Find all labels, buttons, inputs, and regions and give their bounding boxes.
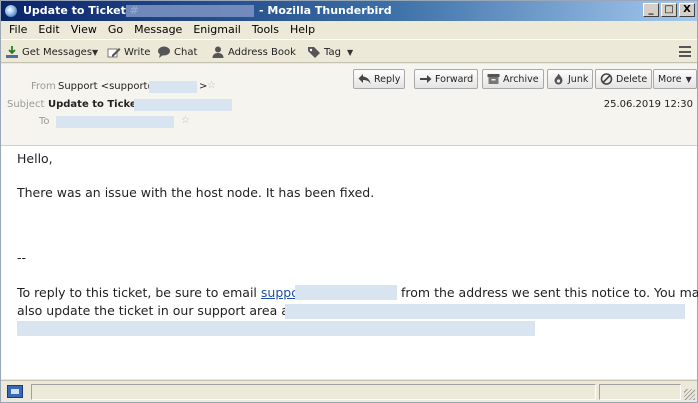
star-icon[interactable]: ☆	[207, 80, 216, 91]
redacted-to-address	[56, 116, 174, 128]
reply-text-2: from the address we sent this notice to.…	[401, 285, 698, 300]
subject-value: Update to Ticket	[48, 99, 142, 110]
write-label: Write	[124, 46, 151, 58]
status-bar	[1, 380, 697, 402]
menu-view[interactable]: View	[66, 21, 102, 39]
minimize-button[interactable]: _	[643, 3, 659, 17]
more-label: More	[658, 73, 682, 85]
person-icon	[211, 45, 225, 59]
window-controls: _ □ X	[643, 3, 695, 17]
reply-text-3: also update the ticket in our support ar…	[17, 303, 294, 318]
status-text-field	[31, 384, 596, 400]
write-button[interactable]: Write	[107, 44, 150, 60]
archive-button[interactable]: Archive	[482, 69, 544, 89]
download-icon	[5, 45, 19, 59]
archive-icon	[487, 73, 500, 85]
get-messages-label: Get Messages	[22, 46, 93, 58]
main-toolbar: Get Messages ▼ Write Chat Address Book T…	[1, 39, 697, 63]
message-date: 25.06.2019 12:30	[603, 99, 693, 110]
address-book-label: Address Book	[228, 46, 296, 58]
activity-monitor-icon[interactable]	[7, 385, 23, 398]
redacted-subject	[134, 99, 232, 111]
archive-label: Archive	[503, 73, 539, 85]
redacted-from-domain	[149, 81, 197, 93]
from-value[interactable]: Support <support@	[58, 81, 157, 92]
junk-label: Junk	[568, 73, 589, 85]
menu-go[interactable]: Go	[103, 21, 128, 39]
tag-button[interactable]: Tag ▼	[307, 44, 353, 60]
thunderbird-app-icon	[4, 4, 18, 18]
redacted-email-domain	[295, 285, 397, 300]
junk-flame-icon	[552, 73, 565, 85]
forward-arrow-icon	[419, 73, 432, 85]
forward-button[interactable]: Forward	[414, 69, 479, 89]
message-header: From Support <support@ > ☆ Subject Updat…	[1, 64, 697, 146]
from-label: From	[31, 81, 56, 92]
signature-separator: --	[17, 250, 27, 265]
redacted-support-url-continued	[17, 321, 535, 336]
resize-grip-icon[interactable]	[684, 389, 695, 400]
pencil-icon	[107, 45, 121, 59]
reply-button[interactable]: Reply	[353, 69, 406, 89]
menu-help[interactable]: Help	[285, 21, 320, 39]
no-entry-icon	[600, 73, 613, 85]
title-bar[interactable]: Update to Ticket # - Mozilla Thunderbird…	[1, 1, 697, 21]
reply-arrow-icon	[358, 73, 371, 85]
tag-label: Tag	[324, 46, 341, 58]
menu-message[interactable]: Message	[129, 21, 187, 39]
maximize-button[interactable]: □	[661, 3, 677, 17]
chevron-down-icon: ▼	[346, 47, 354, 57]
junk-button[interactable]: Junk	[547, 69, 594, 89]
message-text: There was an issue with the host node. I…	[17, 185, 375, 200]
chevron-down-icon: ▼	[685, 74, 692, 84]
chat-button[interactable]: Chat	[157, 44, 197, 60]
status-progress-field	[599, 384, 681, 400]
reply-instructions-line-1: To reply to this ticket, be sure to emai…	[17, 285, 309, 300]
reply-text-1: To reply to this ticket, be sure to emai…	[17, 285, 257, 300]
thunderbird-window: Update to Ticket # - Mozilla Thunderbird…	[0, 0, 698, 403]
message-body: Hello, There was an issue with the host …	[1, 146, 698, 379]
app-menu-icon[interactable]	[679, 46, 691, 57]
delete-button[interactable]: Delete	[595, 69, 653, 89]
menu-file[interactable]: File	[4, 21, 32, 39]
redacted-ticket-number	[126, 5, 254, 17]
redacted-support-url	[285, 304, 685, 319]
window-app-name: - Mozilla Thunderbird	[259, 4, 392, 17]
close-button[interactable]: X	[679, 3, 695, 17]
reply-label: Reply	[374, 73, 401, 85]
more-button[interactable]: More ▼	[653, 69, 697, 89]
address-book-button[interactable]: Address Book	[211, 44, 296, 60]
subject-label: Subject	[7, 99, 45, 110]
delete-label: Delete	[616, 73, 648, 85]
greeting-text: Hello,	[17, 151, 53, 166]
tag-icon	[307, 45, 321, 59]
menu-enigmail[interactable]: Enigmail	[188, 21, 246, 39]
window-title: Update to Ticket #	[23, 4, 139, 17]
chat-bubble-icon	[157, 45, 171, 59]
chevron-down-icon: ▼	[92, 47, 99, 57]
to-label: To	[39, 116, 50, 127]
forward-label: Forward	[435, 73, 474, 85]
menu-tools[interactable]: Tools	[247, 21, 284, 39]
menu-edit[interactable]: Edit	[33, 21, 64, 39]
get-messages-dropdown[interactable]: ▼	[89, 44, 98, 60]
star-icon[interactable]: ☆	[181, 115, 190, 126]
menu-bar: File Edit View Go Message Enigmail Tools…	[1, 21, 697, 39]
get-messages-button[interactable]: Get Messages	[5, 44, 92, 60]
chat-label: Chat	[174, 46, 198, 58]
